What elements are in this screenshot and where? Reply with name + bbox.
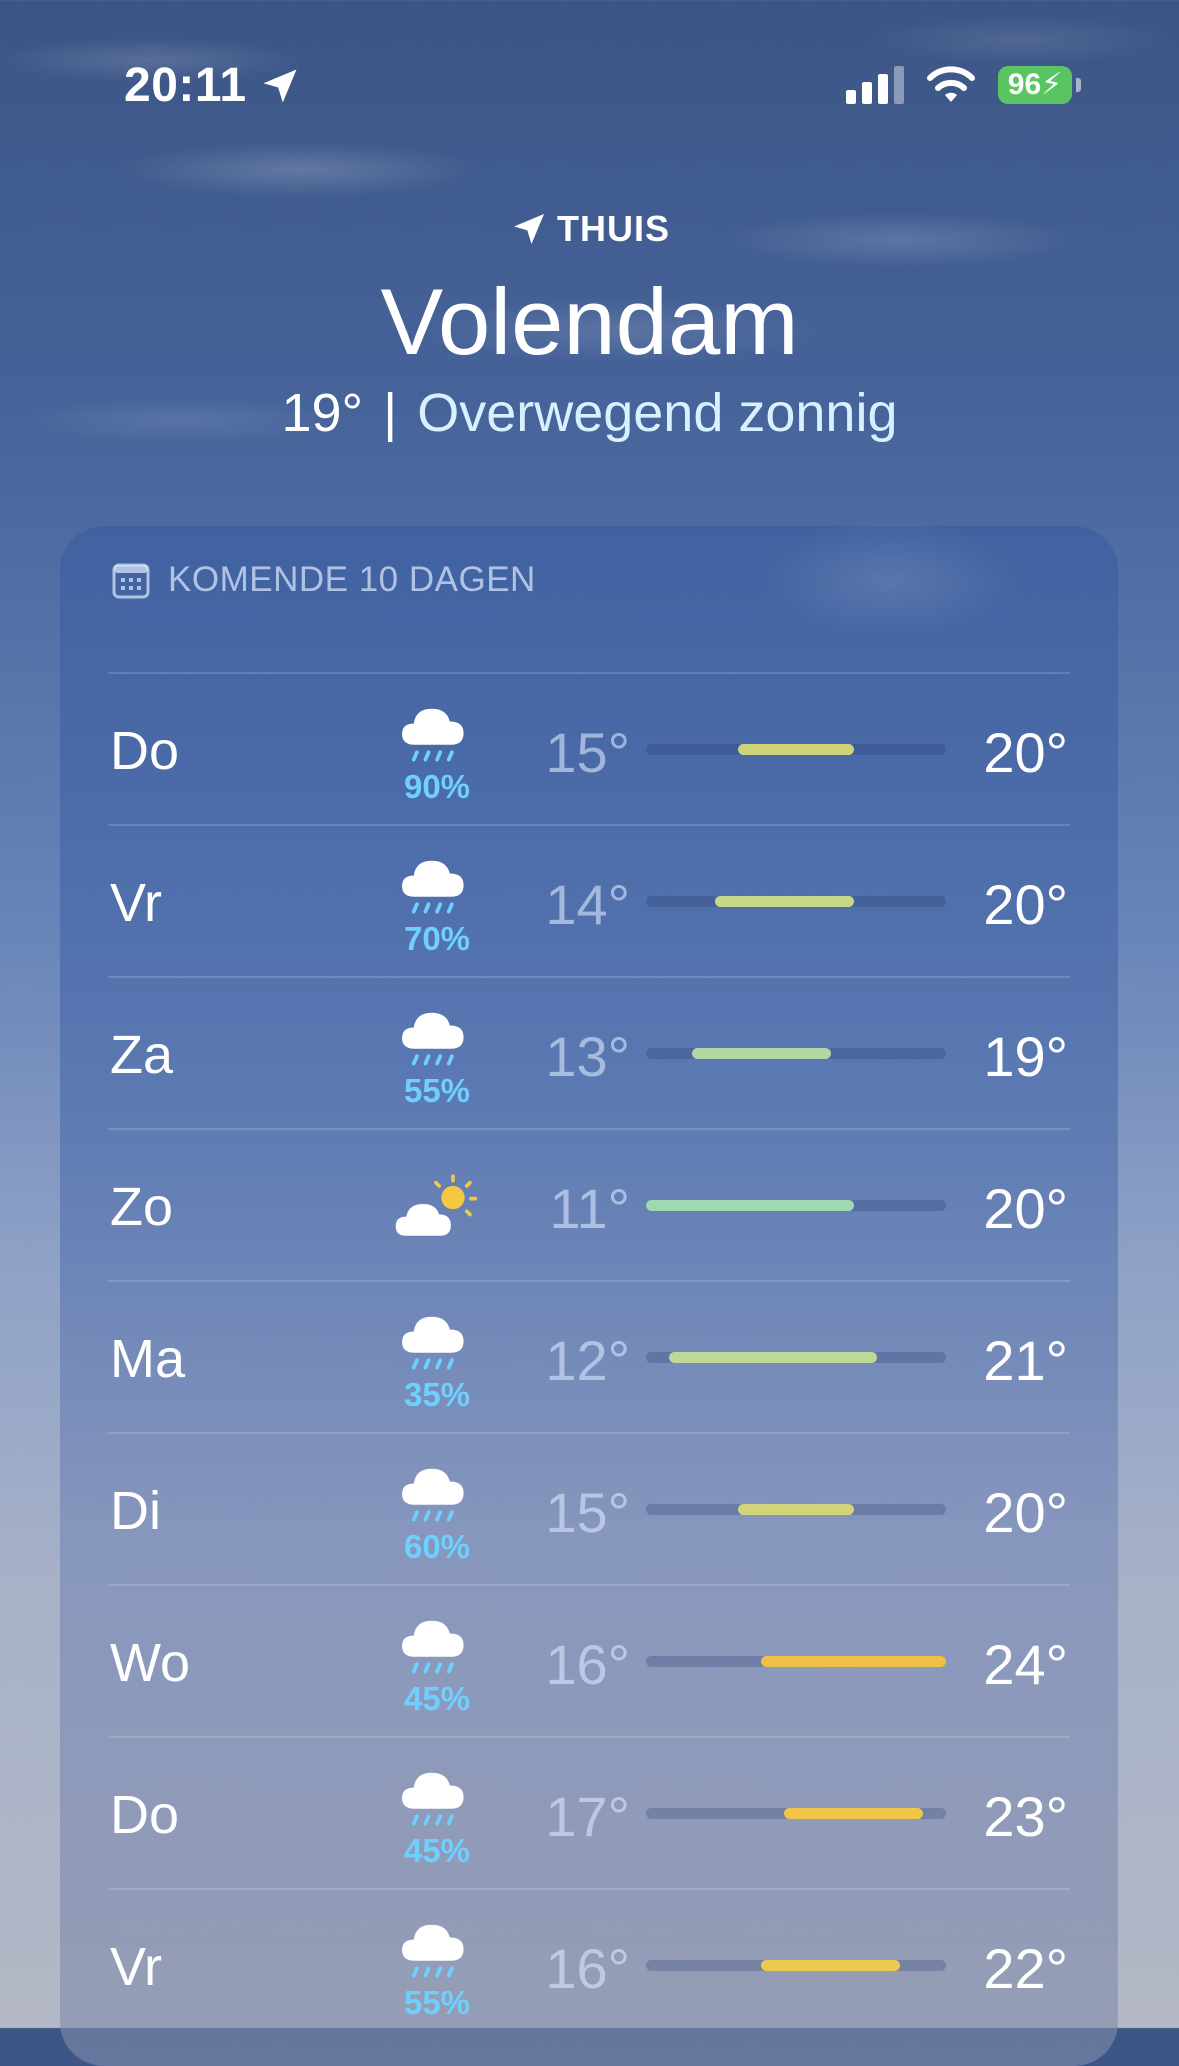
location-row: THUIS	[0, 208, 1179, 254]
temperature-range-bar	[646, 744, 946, 755]
temperature-range-fill	[692, 1048, 831, 1059]
temperature-range-fill	[738, 1504, 854, 1515]
forecast-row[interactable]: Vr 70% 14° 20°	[108, 824, 1070, 976]
temperature-range-fill	[784, 1808, 923, 1819]
precipitation-chance: 55%	[403, 1072, 471, 1109]
temperature-range-bar	[646, 896, 946, 907]
min-temperature: 11°	[549, 1177, 630, 1240]
day-label: Vr	[110, 873, 162, 933]
temperature-range-fill	[715, 896, 854, 907]
precipitation-chance: 90%	[403, 768, 471, 805]
cloud-rain-icon	[400, 1466, 466, 1522]
temperature-range-bar	[646, 1656, 946, 1667]
temperature-range-fill	[738, 744, 854, 755]
precipitation-chance: 55%	[403, 1984, 471, 2021]
day-label: Vr	[110, 1937, 162, 1997]
max-temperature: 20°	[983, 1177, 1068, 1240]
day-label: Di	[110, 1481, 161, 1541]
max-temperature: 21°	[983, 1329, 1068, 1392]
current-temperature: 19°	[281, 383, 364, 443]
card-glow	[760, 520, 1020, 640]
sun-behind-cloud-icon	[393, 1174, 478, 1238]
max-temperature: 20°	[983, 1481, 1068, 1544]
battery-tip	[1076, 78, 1081, 92]
min-temperature: 15°	[545, 721, 630, 784]
forecast-row[interactable]: Do 90% 15° 20°	[108, 672, 1070, 824]
max-temperature: 24°	[983, 1633, 1068, 1696]
cloud-rain-icon	[400, 1618, 466, 1674]
separator: |	[383, 383, 398, 443]
temperature-range-fill	[761, 1960, 900, 1971]
battery-charging-icon: 96⚡	[998, 66, 1072, 104]
max-temperature: 23°	[983, 1785, 1068, 1848]
cellular-signal-icon	[846, 64, 906, 104]
min-temperature: 17°	[545, 1785, 630, 1848]
city-name: Volendam	[380, 269, 799, 374]
precipitation-chance: 45%	[403, 1680, 471, 1717]
forecast-row[interactable]: Ma 35% 12° 21°	[108, 1280, 1070, 1432]
day-label: Wo	[110, 1633, 191, 1693]
cloud-rain-icon	[400, 1010, 466, 1066]
forecast-row[interactable]: Za 55% 13° 19°	[108, 976, 1070, 1128]
temperature-range-fill	[646, 1200, 854, 1211]
day-label: Zo	[110, 1177, 174, 1237]
precipitation-chance: 35%	[403, 1376, 471, 1413]
day-label: Do	[110, 721, 180, 781]
status-bar: 20:11 96⚡	[0, 0, 1179, 150]
forecast-title: KOMENDE 10 DAGEN	[168, 560, 536, 599]
min-temperature: 15°	[545, 1481, 630, 1544]
max-temperature: 19°	[983, 1025, 1068, 1088]
min-temperature: 12°	[545, 1329, 630, 1392]
forecast-row[interactable]: Vr 55% 16° 22°	[108, 1888, 1070, 2040]
forecast-row[interactable]: Di 60% 15° 20°	[108, 1432, 1070, 1584]
temperature-range-bar	[646, 1808, 946, 1819]
min-temperature: 13°	[545, 1025, 630, 1088]
temperature-range-bar	[646, 1504, 946, 1515]
condition-text: Overwegend zonnig	[417, 383, 898, 443]
cloud-rain-icon	[400, 1770, 466, 1826]
cloud-rain-icon	[400, 706, 466, 762]
forecast-list: Do 90% 15° 20° Vr 70% 14° 20° Za 55% 13° 19° Zo 11° 20…	[108, 672, 1070, 2040]
battery-level: 96	[1007, 68, 1042, 101]
max-temperature: 22°	[983, 1937, 1068, 2000]
max-temperature: 20°	[983, 873, 1068, 936]
day-label: Ma	[110, 1329, 186, 1389]
min-temperature: 16°	[545, 1937, 630, 2000]
temperature-range-bar	[646, 1960, 946, 1971]
forecast-header: KOMENDE 10 DAGEN	[112, 560, 536, 600]
cloud-rain-icon	[400, 1922, 466, 1978]
forecast-row[interactable]: Wo 45% 16° 24°	[108, 1584, 1070, 1736]
day-label: Za	[110, 1025, 174, 1085]
cloud-rain-icon	[400, 1314, 466, 1370]
temperature-range-fill	[669, 1352, 877, 1363]
cloud-rain-icon	[400, 858, 466, 914]
forecast-row[interactable]: Zo 11° 20°	[108, 1128, 1070, 1280]
temperature-range-bar	[646, 1200, 946, 1211]
temperature-range-fill	[761, 1656, 946, 1667]
temperature-range-bar	[646, 1352, 946, 1363]
max-temperature: 20°	[983, 721, 1068, 784]
precipitation-chance: 45%	[403, 1832, 471, 1869]
location-label: THUIS	[557, 208, 670, 249]
wifi-icon	[927, 66, 975, 102]
min-temperature: 16°	[545, 1633, 630, 1696]
precipitation-chance: 70%	[403, 920, 471, 957]
precipitation-chance: 60%	[403, 1528, 471, 1565]
day-label: Do	[110, 1785, 180, 1845]
current-conditions: 19° | Overwegend zonnig	[0, 382, 1179, 444]
status-time: 20:11	[124, 59, 247, 112]
location-arrow-icon	[514, 214, 544, 244]
location-arrow-icon	[263, 69, 297, 103]
min-temperature: 14°	[545, 873, 630, 936]
forecast-row[interactable]: Do 45% 17° 23°	[108, 1736, 1070, 1888]
temperature-range-bar	[646, 1048, 946, 1059]
calendar-icon	[112, 563, 150, 599]
